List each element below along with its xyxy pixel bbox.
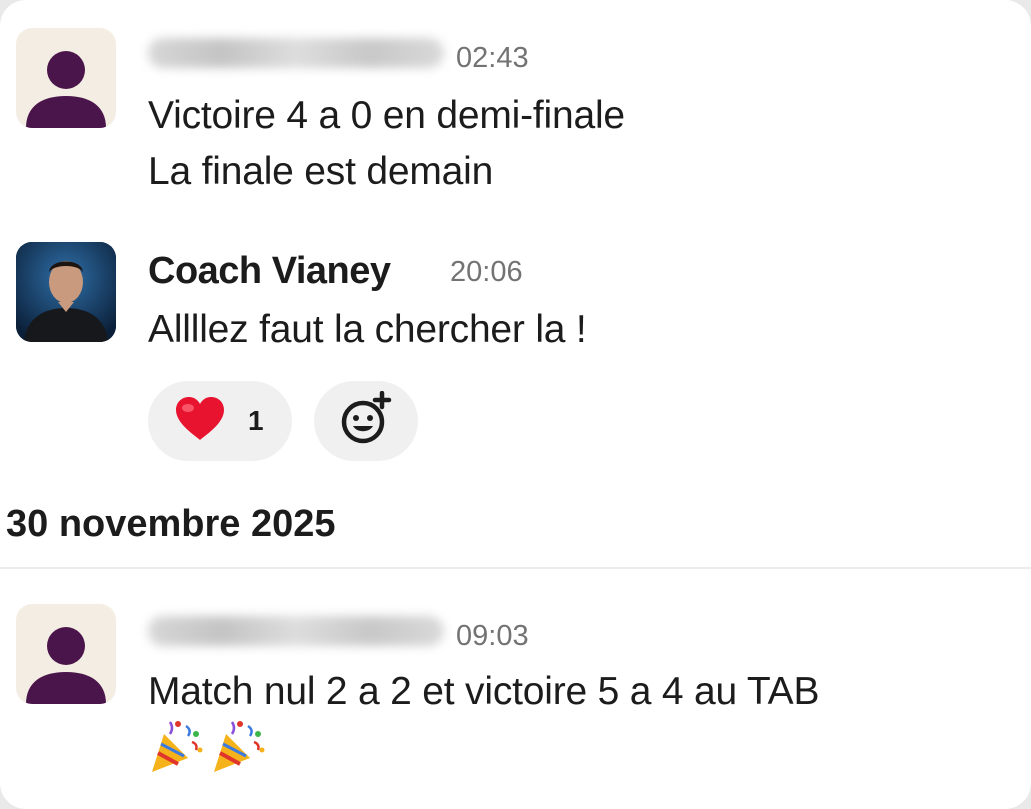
default-user-avatar-icon[interactable] bbox=[16, 604, 116, 704]
message-text-line: Victoire 4 a 0 en demi-finale bbox=[148, 94, 625, 137]
reaction-count: 1 bbox=[248, 405, 264, 436]
message-thread: 02:43 Victoire 4 a 0 en demi-finale La f… bbox=[0, 0, 1031, 809]
message-timestamp[interactable]: 09:03 bbox=[456, 620, 529, 653]
reaction-pill-heart[interactable]: 1 bbox=[148, 381, 292, 461]
message-text-line: Match nul 2 a 2 et victoire 5 a 4 au TAB bbox=[148, 670, 820, 713]
author-name-blurred[interactable] bbox=[148, 616, 444, 646]
add-reaction-icon bbox=[338, 390, 394, 452]
author-name-blurred[interactable] bbox=[148, 38, 444, 68]
message-text-line: Allllez faut la chercher la ! bbox=[148, 308, 587, 351]
divider-line bbox=[0, 567, 1031, 569]
message-timestamp[interactable]: 20:06 bbox=[450, 256, 523, 289]
author-name[interactable]: Coach Vianey bbox=[148, 250, 391, 293]
add-reaction-button[interactable] bbox=[314, 381, 418, 461]
profile-photo[interactable] bbox=[16, 242, 116, 342]
red-heart-emoji-icon bbox=[174, 396, 226, 447]
default-user-avatar-icon[interactable] bbox=[16, 28, 116, 128]
party-popper-emoji-icon bbox=[148, 716, 206, 779]
emoji-row bbox=[148, 716, 268, 779]
message-timestamp[interactable]: 02:43 bbox=[456, 42, 529, 75]
message-text-line: La finale est demain bbox=[148, 150, 494, 193]
date-divider[interactable]: 30 novembre 2025 bbox=[6, 503, 336, 546]
party-popper-emoji-icon bbox=[210, 716, 268, 779]
